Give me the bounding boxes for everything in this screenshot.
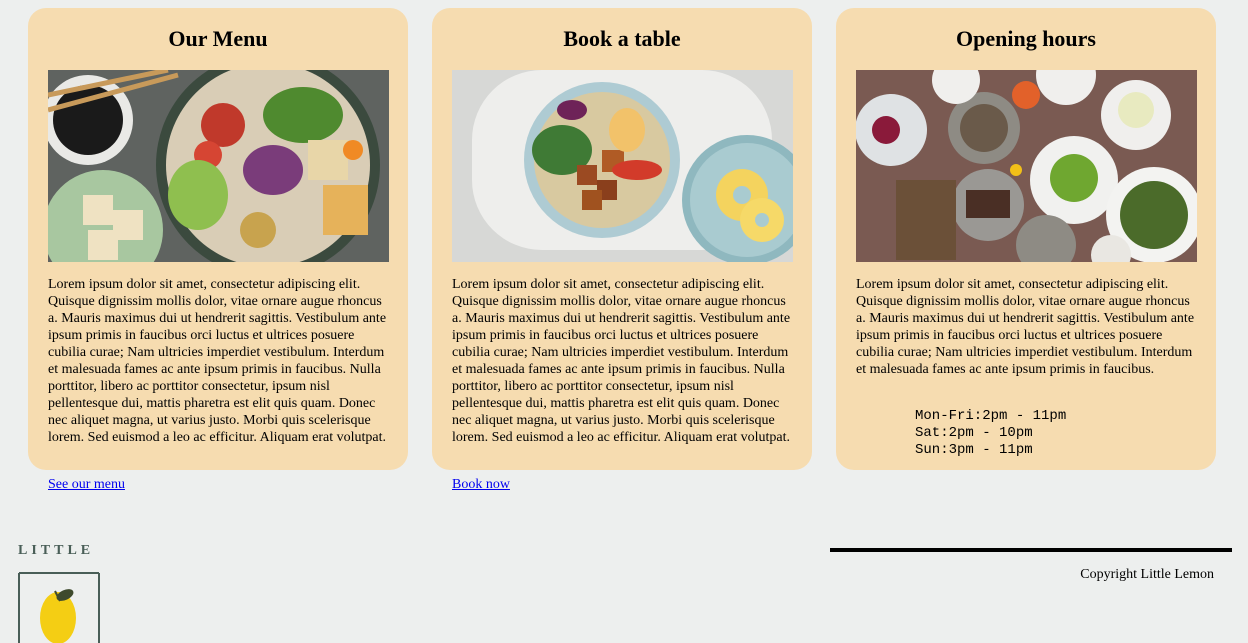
hours-weekdays: Mon-Fri:2pm - 11pm [915,408,1067,424]
lemon-logo-icon [18,572,100,643]
little-lemon-logo[interactable]: LITTLE [18,543,102,643]
opening-hours-card: Opening hours Lorem ipsum dolor sit amet… [836,8,1216,470]
hours-sunday: Sun:3pm - 11pm [915,442,1033,458]
hours-saturday: Sat:2pm - 10pm [915,425,1033,441]
tofu-bowl-photo [452,70,793,262]
copyright-text: Copyright Little Lemon [1080,567,1214,582]
menu-card-title: Our Menu [168,26,268,51]
dining-table-photo [856,70,1197,262]
book-table-card: Book a table Lorem ipsum dolor sit amet,… [432,8,812,492]
footer-divider [830,548,1232,552]
book-now-link[interactable]: Book now [452,477,510,493]
salad-bowl-photo [48,70,389,262]
menu-card: Our Menu Lorem ipsum dolor sit amet, con… [28,8,408,492]
opening-hours-card-text: Lorem ipsum dolor sit amet, consectetur … [856,277,1195,377]
opening-hours-card-title: Opening hours [956,26,1096,51]
see-menu-link[interactable]: See our menu [48,477,125,493]
opening-hours-list: Mon-Fri:2pm - 11pm Sat:2pm - 10pm Sun:3p… [915,408,1066,459]
book-table-card-title: Book a table [563,26,681,51]
book-table-card-text: Lorem ipsum dolor sit amet, consectetur … [452,277,791,445]
menu-card-text: Lorem ipsum dolor sit amet, consectetur … [48,277,387,445]
